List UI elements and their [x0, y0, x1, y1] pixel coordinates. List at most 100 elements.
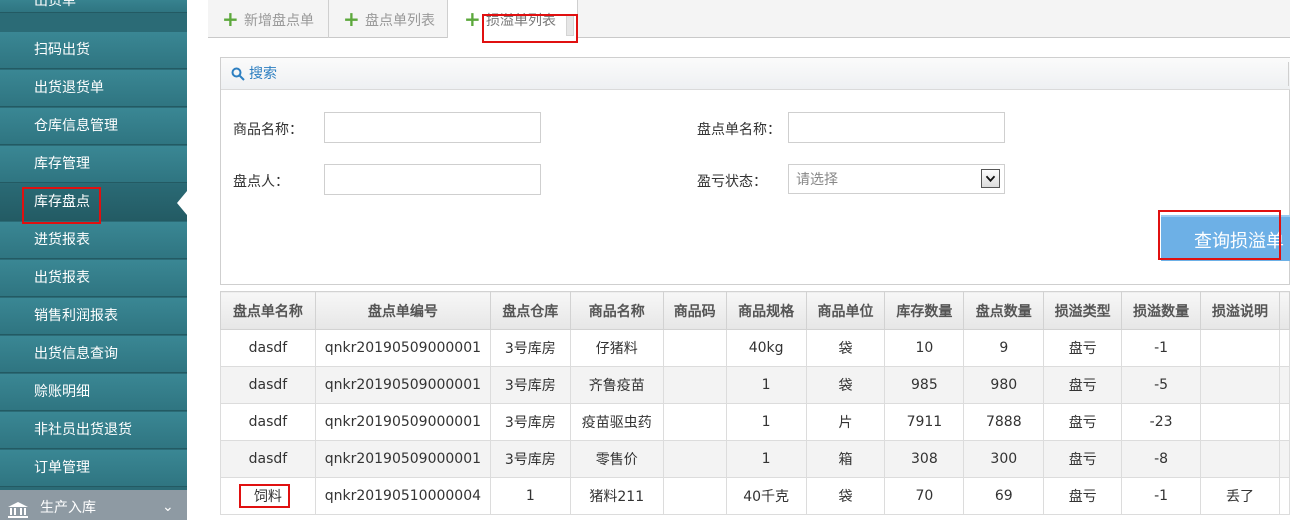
sidebar-item-label: 订单管理 — [34, 460, 90, 476]
sidebar-item-label: 非社员出货退货 — [34, 422, 132, 438]
table-cell: 1 — [725, 366, 807, 404]
column-header[interactable]: 盘点单编号 — [314, 291, 491, 330]
sidebar-group-production-inbound[interactable]: 生产入库 ⌄ — [0, 490, 187, 520]
table-cell — [1200, 366, 1280, 404]
table-cell: 3号库房 — [489, 403, 571, 441]
table-row[interactable]: dasdf qnkr20190509000001 3号库房 疫苗驱虫药 1 片 … — [220, 403, 1290, 441]
table-row[interactable]: dasdf qnkr20190509000001 3号库房 齐鲁疫苗 1 袋 9… — [220, 366, 1290, 404]
product-name-input[interactable] — [324, 112, 541, 143]
search-icon — [231, 67, 245, 81]
tab-label: 损溢单列表 — [486, 13, 556, 29]
product-name-label: 商品名称： — [233, 122, 303, 138]
table-cell-overflow — [1278, 477, 1290, 515]
order-name-input[interactable] — [788, 112, 1005, 143]
table-cell: -8 — [1121, 440, 1202, 478]
table-cell: 1 — [725, 440, 807, 478]
sidebar-item-credit-detail[interactable]: 赊账明细 — [0, 374, 187, 411]
sidebar-item-inventory-count[interactable]: 库存盘点 — [0, 184, 187, 221]
counter-input[interactable] — [324, 164, 541, 195]
column-header[interactable]: 损溢数量 — [1121, 291, 1202, 330]
table-cell: 300 — [963, 440, 1045, 478]
tab-count-order-list[interactable]: + 盘点单列表 — [329, 0, 448, 38]
query-loss-gain-button[interactable]: 查询损溢单 — [1161, 215, 1290, 261]
sidebar-item-label: 赊账明细 — [34, 384, 90, 400]
column-header[interactable]: 商品单位 — [805, 291, 886, 330]
table-cell: 袋 — [805, 329, 886, 367]
table-cell: 3号库房 — [489, 440, 571, 478]
column-header[interactable]: 盘点仓库 — [489, 291, 571, 330]
sidebar-item-inventory-management[interactable]: 库存管理 — [0, 146, 187, 183]
chevron-down-icon — [981, 169, 1000, 188]
sidebar-item-nonmember-return[interactable]: 非社员出货退货 — [0, 412, 187, 449]
table-cell: -1 — [1121, 477, 1202, 515]
table-cell: 仔猪料 — [569, 329, 664, 367]
table-row[interactable]: dasdf qnkr20190509000001 3号库房 仔猪料 40kg 袋… — [220, 329, 1290, 367]
table-cell: 盘亏 — [1043, 366, 1123, 404]
table-cell: 3号库房 — [489, 366, 571, 404]
tab-close-handle[interactable] — [566, 14, 574, 36]
table-cell: 308 — [884, 440, 965, 478]
table-cell: 盘亏 — [1043, 329, 1123, 367]
table-cell — [662, 440, 727, 478]
plus-icon: + — [343, 7, 360, 31]
table-cell: 7911 — [884, 403, 965, 441]
status-select-value: 请选择 — [796, 172, 838, 188]
sidebar-item-label: 扫码出货 — [34, 42, 90, 58]
column-header[interactable]: 商品码 — [662, 291, 727, 330]
column-header[interactable]: 盘点数量 — [963, 291, 1045, 330]
sidebar-item-label: 进货报表 — [34, 232, 90, 248]
order-name-label: 盘点单名称： — [697, 122, 781, 138]
table-row[interactable]: dasdf qnkr20190509000001 3号库房 零售价 1 箱 30… — [220, 440, 1290, 478]
table-cell: -1 — [1121, 329, 1202, 367]
tab-new-count-order[interactable]: + 新增盘点单 — [208, 0, 329, 38]
table-cell — [1200, 329, 1280, 367]
search-panel-header[interactable]: 搜索 — [221, 58, 1290, 90]
plus-icon: + — [464, 7, 481, 31]
status-label: 盈亏状态： — [697, 174, 767, 190]
table-cell: qnkr20190509000001 — [314, 366, 491, 404]
column-header[interactable]: 损溢类型 — [1043, 291, 1123, 330]
table-cell: -23 — [1121, 403, 1202, 441]
table-row[interactable]: 饲料 qnkr20190510000004 1 猪料211 40千克 袋 70 … — [220, 477, 1290, 515]
tab-loss-gain-list[interactable]: + 损溢单列表 — [448, 0, 578, 39]
column-header[interactable]: 商品规格 — [725, 291, 807, 330]
table-cell: 40kg — [725, 329, 807, 367]
column-header[interactable]: 盘点单名称 — [220, 291, 316, 330]
sidebar-gap — [187, 0, 208, 520]
bank-icon — [8, 502, 28, 518]
sidebar-item-label: 出货单 — [34, 0, 76, 9]
column-header[interactable]: 商品名称 — [569, 291, 664, 330]
status-select[interactable]: 请选择 — [788, 164, 1005, 194]
table-cell: 袋 — [805, 366, 886, 404]
tab-bar: + 新增盘点单 + 盘点单列表 + 损溢单列表 — [208, 0, 1290, 39]
sidebar-item-shipment-report[interactable]: 出货报表 — [0, 260, 187, 297]
column-header-overflow — [1278, 291, 1290, 330]
column-header[interactable]: 库存数量 — [884, 291, 965, 330]
sidebar-item-label: 库存管理 — [34, 156, 90, 172]
sidebar-item-sales-profit-report[interactable]: 销售利润报表 — [0, 298, 187, 335]
table-cell: -5 — [1121, 366, 1202, 404]
tab-label: 盘点单列表 — [365, 13, 435, 29]
sidebar-item-scan-shipment[interactable]: 扫码出货 — [0, 32, 187, 69]
table-cell: dasdf — [220, 403, 316, 441]
sidebar-item-purchase-report[interactable]: 进货报表 — [0, 222, 187, 259]
table-cell — [662, 366, 727, 404]
sidebar-item-shipment-return[interactable]: 出货退货单 — [0, 70, 187, 107]
chevron-down-icon: ⌄ — [162, 499, 174, 515]
sidebar-item-order-management[interactable]: 订单管理 — [0, 450, 187, 487]
table-cell — [662, 403, 727, 441]
column-header[interactable]: 损溢说明 — [1200, 291, 1280, 330]
table-cell: 7888 — [963, 403, 1045, 441]
counter-label: 盘点人： — [233, 174, 289, 190]
table-cell: 985 — [884, 366, 965, 404]
table-cell: dasdf — [220, 366, 316, 404]
table-cell — [1200, 440, 1280, 478]
sidebar-item-shipment-query[interactable]: 出货信息查询 — [0, 336, 187, 373]
table-cell: 10 — [884, 329, 965, 367]
table-cell: 齐鲁疫苗 — [569, 366, 664, 404]
table-cell — [662, 329, 727, 367]
sidebar-item-shipment-order[interactable]: 出货单 — [0, 0, 187, 13]
table-cell: 40千克 — [725, 477, 807, 515]
table-cell: 疫苗驱虫药 — [569, 403, 664, 441]
sidebar-item-warehouse-info[interactable]: 仓库信息管理 — [0, 108, 187, 145]
